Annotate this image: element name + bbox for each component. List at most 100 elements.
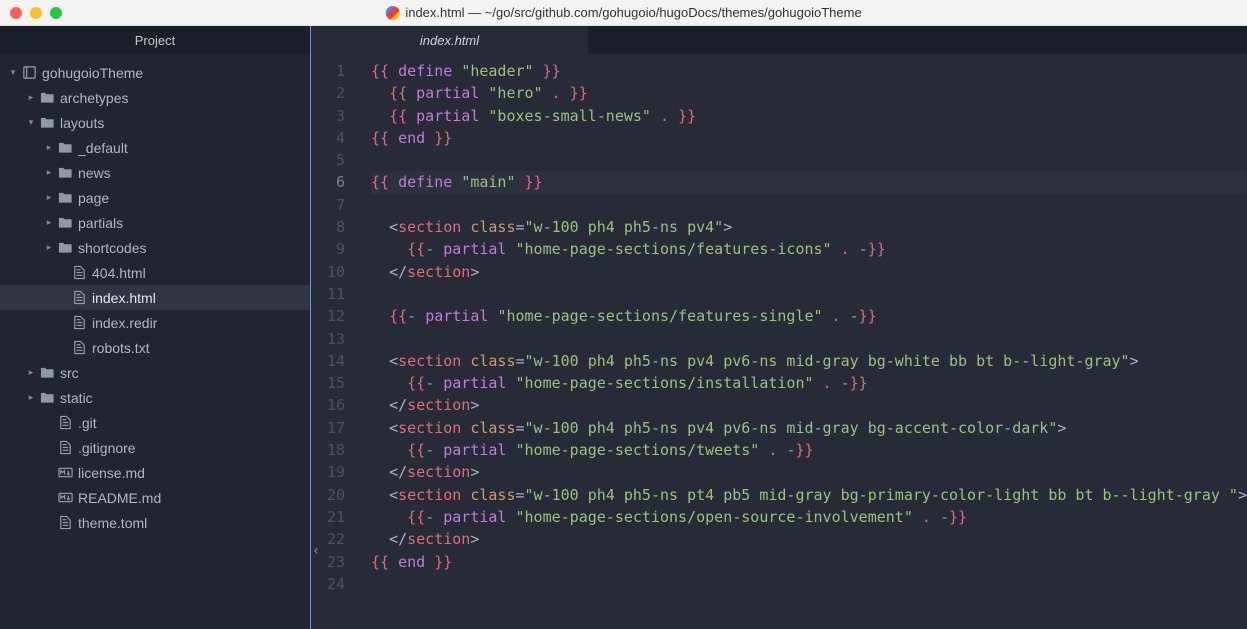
minimize-window-button[interactable] (30, 7, 42, 19)
code-line[interactable]: {{ end }} (371, 127, 1247, 149)
code-line[interactable]: </section> (371, 394, 1247, 416)
chevron-right-icon[interactable]: ▸ (42, 167, 56, 178)
fold-arrow-icon[interactable]: ‹ (311, 544, 323, 558)
tree-item-label: gohugoioTheme (42, 65, 143, 81)
line-number: 13 (311, 328, 345, 350)
tree-item-404-html[interactable]: 404.html (0, 260, 310, 285)
code-line[interactable] (371, 573, 1247, 595)
code-line[interactable] (371, 328, 1247, 350)
line-number: 8 (311, 216, 345, 238)
line-number: 3 (311, 105, 345, 127)
file-icon (70, 265, 88, 280)
code-line[interactable]: {{ partial "hero" . }} (371, 82, 1247, 104)
chevron-right-icon[interactable]: ▸ (24, 92, 38, 103)
code-line[interactable]: </section> (371, 528, 1247, 550)
tree-item-index-html[interactable]: index.html (0, 285, 310, 310)
chevron-right-icon[interactable]: ▸ (42, 217, 56, 228)
code-line[interactable]: {{- partial "home-page-sections/features… (371, 305, 1247, 327)
tree-item-shortcodes[interactable]: ▸shortcodes (0, 235, 310, 260)
code-line[interactable]: {{ define "main" }} (371, 171, 1247, 193)
window-title: index.html — ~/go/src/github.com/gohugoi… (405, 5, 861, 20)
code-line[interactable]: {{- partial "home-page-sections/open-sou… (371, 506, 1247, 528)
file-icon (56, 415, 74, 430)
tree-item-label: license.md (78, 465, 145, 481)
code-line[interactable]: <section class="w-100 ph4 ph5-ns pv4 pv6… (371, 350, 1247, 372)
code-line[interactable]: <section class="w-100 ph4 ph5-ns pv4 pv6… (371, 417, 1247, 439)
tree-item-robots-txt[interactable]: robots.txt (0, 335, 310, 360)
code-editor[interactable]: 123456789101112131415161718192021222324 … (311, 54, 1247, 629)
tree-item-label: 404.html (92, 265, 146, 281)
tree-item-theme-toml[interactable]: theme.toml (0, 510, 310, 535)
file-icon (70, 340, 88, 355)
line-number: 17 (311, 417, 345, 439)
tree-item-label: .git (78, 415, 97, 431)
window-titlebar: index.html — ~/go/src/github.com/gohugoi… (0, 0, 1247, 26)
tree-item-layouts[interactable]: ▾layouts (0, 110, 310, 135)
editor-tabs: index.html (311, 26, 1247, 54)
chevron-down-icon[interactable]: ▾ (24, 117, 38, 128)
tree-item--git[interactable]: .git (0, 410, 310, 435)
editor-pane: index.html 12345678910111213141516171819… (311, 26, 1247, 629)
tree-item-label: index.redir (92, 315, 157, 331)
tree-item-label: archetypes (60, 90, 128, 106)
sidebar-title: Project (0, 26, 310, 54)
file-tree[interactable]: ▾ gohugoioTheme ▸ archetypes ▾layouts▸_defau… (0, 54, 310, 629)
tree-item-label: robots.txt (92, 340, 150, 356)
tree-item-src[interactable]: ▸src (0, 360, 310, 385)
code-line[interactable]: {{ define "header" }} (371, 60, 1247, 82)
close-window-button[interactable] (10, 7, 22, 19)
line-number: 12 (311, 305, 345, 327)
code-line[interactable]: {{- partial "home-page-sections/tweets" … (371, 439, 1247, 461)
tree-item-gohugoiotheme[interactable]: ▾ gohugoioTheme (0, 60, 310, 85)
project-sidebar: Project ▾ gohugoioTheme ▸ archetypes ▾layout… (0, 26, 311, 629)
code-line[interactable]: {{- partial "home-page-sections/installa… (371, 372, 1247, 394)
tree-item-page[interactable]: ▸page (0, 185, 310, 210)
tree-item--gitignore[interactable]: .gitignore (0, 435, 310, 460)
line-number: 14 (311, 350, 345, 372)
code-line[interactable] (371, 194, 1247, 216)
editor-tab-index[interactable]: index.html (311, 26, 589, 54)
tree-item-index-redir[interactable]: index.redir (0, 310, 310, 335)
folder-icon (56, 140, 74, 155)
chevron-right-icon[interactable]: ▸ (24, 392, 38, 403)
line-number: 16 (311, 394, 345, 416)
code-line[interactable]: {{ end }} (371, 551, 1247, 573)
tree-item--default[interactable]: ▸_default (0, 135, 310, 160)
maximize-window-button[interactable] (50, 7, 62, 19)
tree-item-license-md[interactable]: license.md (0, 460, 310, 485)
tree-item-readme-md[interactable]: README.md (0, 485, 310, 510)
chevron-down-icon[interactable]: ▾ (6, 67, 20, 78)
markdown-icon (56, 465, 74, 480)
code-line[interactable] (371, 149, 1247, 171)
code-line[interactable]: <section class="w-100 ph4 ph5-ns pv4"> (371, 216, 1247, 238)
chevron-right-icon[interactable]: ▸ (42, 242, 56, 253)
folder-icon (56, 215, 74, 230)
folder-icon (56, 165, 74, 180)
code-line[interactable]: {{ partial "boxes-small-news" . }} (371, 105, 1247, 127)
line-number: 9 (311, 238, 345, 260)
code-line[interactable] (371, 283, 1247, 305)
tree-item-partials[interactable]: ▸ partials (0, 210, 310, 235)
file-icon (56, 440, 74, 455)
code-line[interactable]: </section> (371, 261, 1247, 283)
folder-icon (56, 190, 74, 205)
line-number: 6 (311, 171, 345, 193)
app-icon (385, 6, 399, 20)
code-line[interactable]: {{- partial "home-page-sections/features… (371, 238, 1247, 260)
line-number: 10 (311, 261, 345, 283)
tree-item-news[interactable]: ▸news (0, 160, 310, 185)
line-number: 19 (311, 461, 345, 483)
chevron-right-icon[interactable]: ▸ (42, 142, 56, 153)
code-line[interactable]: </section> (371, 461, 1247, 483)
tree-item-static[interactable]: ▸static (0, 385, 310, 410)
tree-item-archetypes[interactable]: ▸ archetypes (0, 85, 310, 110)
chevron-right-icon[interactable]: ▸ (24, 367, 38, 378)
line-number: 20 (311, 484, 345, 506)
line-number: 5 (311, 149, 345, 171)
line-number: 18 (311, 439, 345, 461)
tree-item-label: partials (78, 215, 123, 231)
code-line[interactable]: <section class="w-100 ph4 ph5-ns pt4 pb5… (371, 484, 1247, 506)
file-icon (56, 515, 74, 530)
line-number: 1 (311, 60, 345, 82)
chevron-right-icon[interactable]: ▸ (42, 192, 56, 203)
